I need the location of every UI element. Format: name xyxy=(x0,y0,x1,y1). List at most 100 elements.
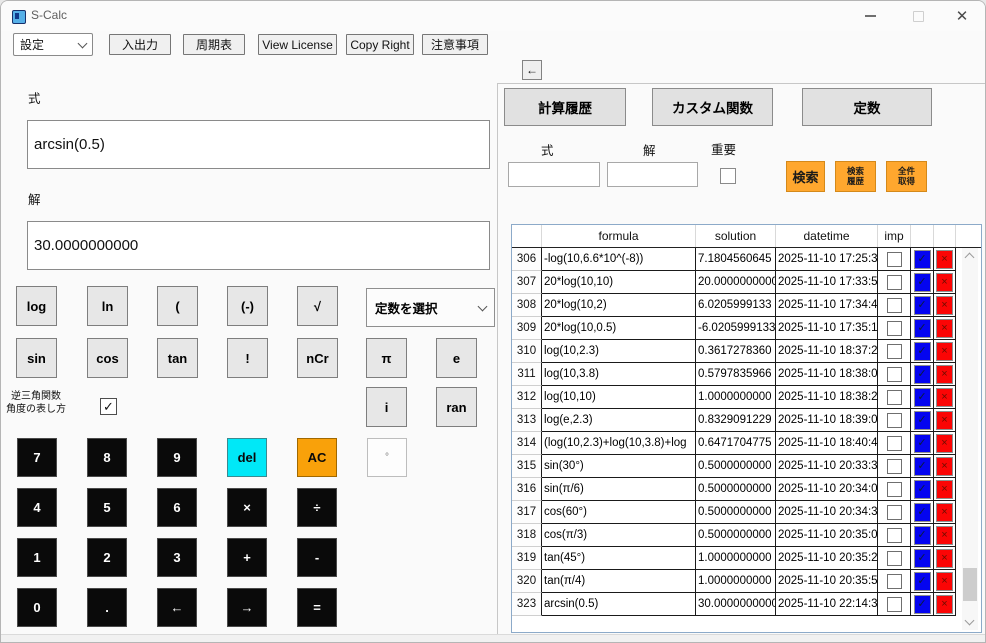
row-check-button[interactable]: ✓ xyxy=(914,296,931,315)
sqrt-button[interactable]: √ xyxy=(297,286,338,326)
key-8[interactable]: 8 xyxy=(87,438,127,477)
settings-dropdown[interactable]: 設定 xyxy=(13,33,93,56)
row-imp-checkbox[interactable] xyxy=(887,459,902,474)
row-check-button[interactable]: ✓ xyxy=(914,388,931,407)
plus-key[interactable]: + xyxy=(227,538,267,577)
row-delete-button[interactable]: × xyxy=(936,319,953,338)
solution-input[interactable]: 30.0000000000 xyxy=(27,221,490,270)
scrollbar-thumb[interactable] xyxy=(963,568,977,601)
key-6[interactable]: 6 xyxy=(157,488,197,527)
all-clear-key[interactable]: AC xyxy=(297,438,337,477)
equals-key[interactable]: = xyxy=(297,588,337,627)
cos-button[interactable]: cos xyxy=(87,338,128,378)
row-number[interactable]: 319 xyxy=(512,547,542,570)
tan-button[interactable]: tan xyxy=(157,338,198,378)
search-button[interactable]: 検索 xyxy=(786,161,825,192)
sin-button[interactable]: sin xyxy=(16,338,57,378)
row-imp-checkbox[interactable] xyxy=(887,367,902,382)
constant-select-dropdown[interactable]: 定数を選択 xyxy=(366,288,495,327)
key-1[interactable]: 1 xyxy=(17,538,57,577)
multiply-key[interactable]: × xyxy=(227,488,267,527)
row-check-button[interactable]: ✓ xyxy=(914,572,931,591)
maximize-button[interactable] xyxy=(903,6,933,26)
key-4[interactable]: 4 xyxy=(17,488,57,527)
header-solution[interactable]: solution xyxy=(696,225,776,247)
row-imp-checkbox[interactable] xyxy=(887,275,902,290)
row-number[interactable]: 323 xyxy=(512,593,542,616)
header-formula[interactable]: formula xyxy=(542,225,696,247)
i-button[interactable]: i xyxy=(366,387,407,427)
divide-key[interactable]: ÷ xyxy=(297,488,337,527)
view-license-button[interactable]: View License xyxy=(258,34,337,55)
row-number[interactable]: 313 xyxy=(512,409,542,432)
custom-function-tab-button[interactable]: カスタム関数 xyxy=(652,88,773,126)
table-scrollbar[interactable] xyxy=(962,248,978,630)
row-imp-checkbox[interactable] xyxy=(887,344,902,359)
row-number[interactable]: 315 xyxy=(512,455,542,478)
row-number[interactable]: 317 xyxy=(512,501,542,524)
open-paren-button[interactable]: ( xyxy=(157,286,198,326)
row-delete-button[interactable]: × xyxy=(936,572,953,591)
row-imp-checkbox[interactable] xyxy=(887,413,902,428)
factorial-button[interactable]: ! xyxy=(227,338,268,378)
scroll-up-icon[interactable] xyxy=(965,253,975,263)
row-delete-button[interactable]: × xyxy=(936,296,953,315)
row-delete-button[interactable]: × xyxy=(936,250,953,269)
row-number[interactable]: 310 xyxy=(512,340,542,363)
close-button[interactable]: ✕ xyxy=(947,6,977,26)
minimize-button[interactable] xyxy=(855,6,885,26)
row-imp-checkbox[interactable] xyxy=(887,574,902,589)
ran-button[interactable]: ran xyxy=(436,387,477,427)
cursor-left-key[interactable]: ← xyxy=(157,588,197,627)
decimal-key[interactable]: . xyxy=(87,588,127,627)
header-datetime[interactable]: datetime xyxy=(776,225,878,247)
row-check-button[interactable]: ✓ xyxy=(914,411,931,430)
io-button[interactable]: 入出力 xyxy=(109,34,171,55)
key-0[interactable]: 0 xyxy=(17,588,57,627)
row-delete-button[interactable]: × xyxy=(936,273,953,292)
row-number[interactable]: 312 xyxy=(512,386,542,409)
cursor-right-key[interactable]: → xyxy=(227,588,267,627)
row-check-button[interactable]: ✓ xyxy=(914,365,931,384)
row-imp-checkbox[interactable] xyxy=(887,321,902,336)
key-9[interactable]: 9 xyxy=(157,438,197,477)
copy-right-button[interactable]: Copy Right xyxy=(346,34,414,55)
row-number[interactable]: 314 xyxy=(512,432,542,455)
row-imp-checkbox[interactable] xyxy=(887,551,902,566)
row-imp-checkbox[interactable] xyxy=(887,436,902,451)
pi-button[interactable]: π xyxy=(366,338,407,378)
row-number[interactable]: 320 xyxy=(512,570,542,593)
row-imp-checkbox[interactable] xyxy=(887,505,902,520)
ncr-button[interactable]: nCr xyxy=(297,338,338,378)
row-delete-button[interactable]: × xyxy=(936,480,953,499)
row-number[interactable]: 309 xyxy=(512,317,542,340)
row-delete-button[interactable]: × xyxy=(936,411,953,430)
scroll-down-icon[interactable] xyxy=(965,616,975,626)
row-check-button[interactable]: ✓ xyxy=(914,319,931,338)
periodic-table-button[interactable]: 周期表 xyxy=(183,34,245,55)
row-check-button[interactable]: ✓ xyxy=(914,457,931,476)
constants-tab-button[interactable]: 定数 xyxy=(802,88,932,126)
row-check-button[interactable]: ✓ xyxy=(914,595,931,614)
row-imp-checkbox[interactable] xyxy=(887,597,902,612)
row-number[interactable]: 318 xyxy=(512,524,542,547)
row-check-button[interactable]: ✓ xyxy=(914,342,931,361)
key-2[interactable]: 2 xyxy=(87,538,127,577)
row-delete-button[interactable]: × xyxy=(936,526,953,545)
collapse-panel-button[interactable]: ← xyxy=(522,60,542,80)
notes-button[interactable]: 注意事項 xyxy=(422,34,488,55)
header-imp[interactable]: imp xyxy=(878,225,911,247)
row-imp-checkbox[interactable] xyxy=(887,390,902,405)
row-number[interactable]: 311 xyxy=(512,363,542,386)
row-check-button[interactable]: ✓ xyxy=(914,434,931,453)
key-7[interactable]: 7 xyxy=(17,438,57,477)
row-delete-button[interactable]: × xyxy=(936,388,953,407)
key-3[interactable]: 3 xyxy=(157,538,197,577)
row-delete-button[interactable]: × xyxy=(936,365,953,384)
ln-button[interactable]: ln xyxy=(87,286,128,326)
row-number[interactable]: 306 xyxy=(512,248,542,271)
search-history-button[interactable]: 検索 履歴 xyxy=(835,161,876,192)
row-check-button[interactable]: ✓ xyxy=(914,250,931,269)
row-imp-checkbox[interactable] xyxy=(887,298,902,313)
row-delete-button[interactable]: × xyxy=(936,503,953,522)
